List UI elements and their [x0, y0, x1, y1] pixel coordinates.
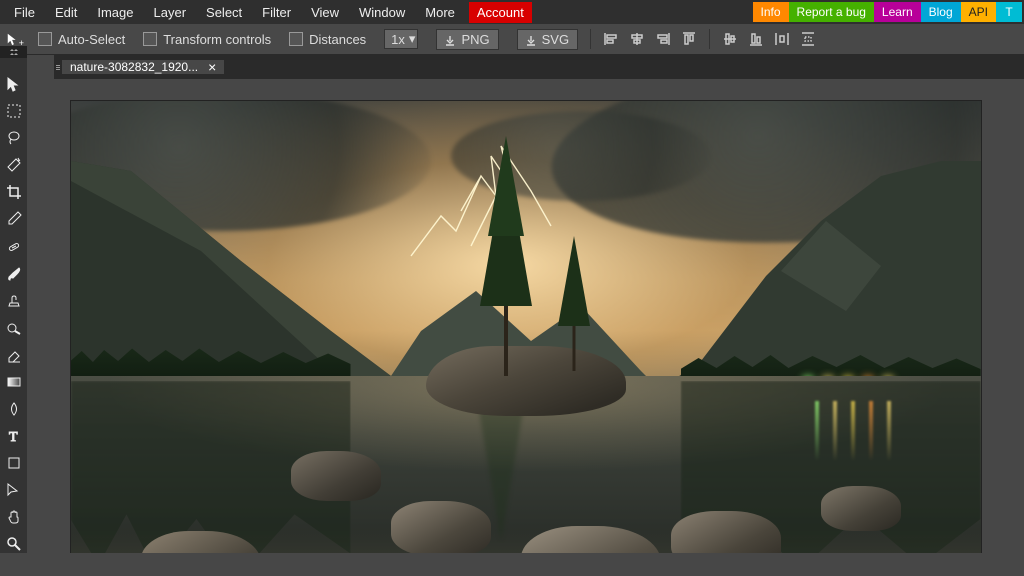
menu-image[interactable]: Image: [87, 2, 143, 23]
menu-edit[interactable]: Edit: [45, 2, 87, 23]
tool-path-select[interactable]: [4, 482, 24, 499]
chevron-down-icon: ▾: [409, 31, 416, 47]
document-tab-bar: nature-3082832_1920... ×: [54, 55, 1024, 79]
nav-api[interactable]: API: [961, 2, 996, 22]
menu-layer[interactable]: Layer: [144, 2, 197, 23]
tool-gradient[interactable]: [4, 373, 24, 390]
export-scale-select[interactable]: 1x▾: [384, 29, 418, 49]
tool-blur[interactable]: [4, 400, 24, 417]
menu-bar: File Edit Image Layer Select Filter View…: [0, 0, 1024, 24]
nav-blog[interactable]: Blog: [921, 2, 961, 22]
align-right-button[interactable]: [655, 31, 671, 47]
distribute-v-button[interactable]: [800, 31, 816, 47]
document-tab-label: nature-3082832_1920...: [70, 60, 198, 74]
tool-lasso[interactable]: [4, 130, 24, 147]
document-tab[interactable]: nature-3082832_1920... ×: [62, 60, 224, 74]
tab-close-button[interactable]: ×: [208, 60, 216, 74]
nav-info[interactable]: Info: [753, 2, 789, 22]
download-icon: [526, 34, 536, 44]
image-canvas[interactable]: [71, 101, 981, 553]
menu-more[interactable]: More: [415, 2, 465, 23]
svg-text:T: T: [9, 430, 18, 444]
tool-brush[interactable]: [4, 265, 24, 282]
menu-file[interactable]: File: [4, 2, 45, 23]
move-tool-icon: +: [6, 32, 20, 46]
menu-window[interactable]: Window: [349, 2, 415, 23]
tab-gripper-icon[interactable]: [54, 65, 62, 70]
nav-learn[interactable]: Learn: [874, 2, 921, 22]
tool-eyedropper[interactable]: [4, 211, 24, 228]
tool-marquee[interactable]: [4, 103, 24, 120]
align-bottom-button[interactable]: [748, 31, 764, 47]
menu-select[interactable]: Select: [196, 2, 252, 23]
tools-panel: T: [0, 55, 27, 553]
tool-hand[interactable]: [4, 509, 24, 526]
export-svg-button[interactable]: SVG: [517, 29, 578, 50]
tool-type[interactable]: T: [4, 428, 24, 445]
align-center-h-button[interactable]: [629, 31, 645, 47]
tool-zoom[interactable]: [4, 536, 24, 553]
tool-dodge[interactable]: [4, 319, 24, 336]
nav-report-bug[interactable]: Report a bug: [789, 2, 874, 22]
nav-extra[interactable]: T: [996, 2, 1022, 22]
export-png-button[interactable]: PNG: [436, 29, 498, 50]
transform-controls-label: Transform controls: [163, 32, 271, 47]
menu-filter[interactable]: Filter: [252, 2, 301, 23]
tool-clone-stamp[interactable]: [4, 292, 24, 309]
align-top-button[interactable]: [681, 31, 697, 47]
menu-account[interactable]: Account: [469, 2, 532, 23]
canvas-area[interactable]: [27, 79, 1024, 553]
options-bar: + Auto-Select Transform controls Distanc…: [0, 24, 1024, 55]
tool-eraser[interactable]: [4, 346, 24, 363]
transform-controls-checkbox[interactable]: Transform controls: [143, 32, 271, 47]
tool-scroll-up[interactable]: [0, 46, 27, 58]
distribute-h-button[interactable]: [774, 31, 790, 47]
download-icon: [445, 34, 455, 44]
distances-label: Distances: [309, 32, 366, 47]
distances-checkbox[interactable]: Distances: [289, 32, 366, 47]
tool-healing[interactable]: [4, 238, 24, 255]
auto-select-checkbox[interactable]: Auto-Select: [38, 32, 125, 47]
tool-shape[interactable]: [4, 455, 24, 472]
menu-view[interactable]: View: [301, 2, 349, 23]
tool-move[interactable]: [4, 76, 24, 93]
auto-select-label: Auto-Select: [58, 32, 125, 47]
tool-magic-wand[interactable]: [4, 157, 24, 174]
tool-crop[interactable]: [4, 184, 24, 201]
align-left-button[interactable]: [603, 31, 619, 47]
align-middle-v-button[interactable]: [722, 31, 738, 47]
